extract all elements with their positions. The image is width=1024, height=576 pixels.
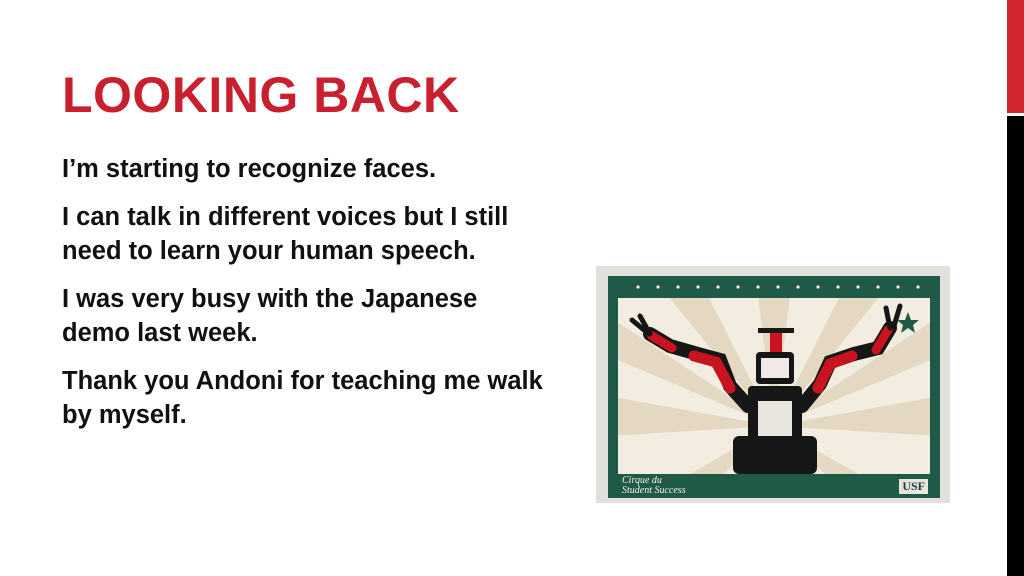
robot-illustration <box>608 276 940 498</box>
bullet-list: I’m starting to recognize faces. I can t… <box>62 152 552 446</box>
accent-bar <box>1007 0 1024 576</box>
accent-bar-bottom <box>1007 116 1024 576</box>
robot-photo: Cirque du Student Success USF <box>596 266 950 503</box>
bullet-item: I’m starting to recognize faces. <box>62 155 437 183</box>
card-caption: Cirque du Student Success <box>622 475 686 496</box>
trading-card: Cirque du Student Success USF <box>608 276 940 498</box>
card-logo-text: USF <box>899 479 928 494</box>
accent-bar-top <box>1007 0 1024 113</box>
bullet-item: Thank you Andoni for teaching me walk by… <box>62 367 543 429</box>
bullet-item: I can talk in different voices but I sti… <box>62 203 509 265</box>
slide-title: LOOKING BACK <box>62 67 460 123</box>
bullet-item: I was very busy with the Japanese demo l… <box>62 285 478 347</box>
slide: LOOKING BACK I’m starting to recognize f… <box>0 0 1024 576</box>
